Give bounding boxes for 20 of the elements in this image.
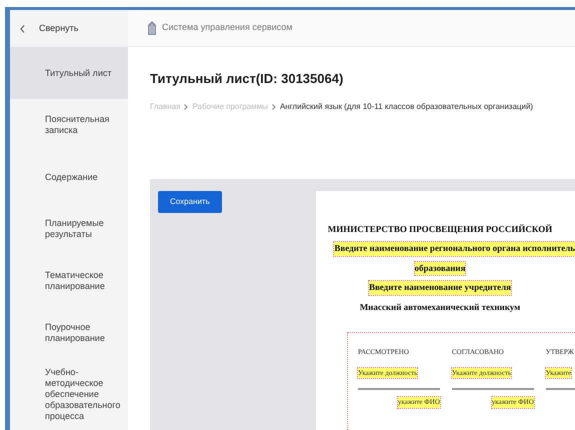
placeholder-text[interactable]: образования: [414, 262, 466, 275]
sidebar-item[interactable]: Учебно-методическое обеспечение образовательного процесса: [10, 359, 128, 430]
sidebar-item[interactable]: Поурочное планирование: [10, 307, 128, 359]
app-title: Система управления сервисом: [162, 21, 292, 34]
placeholder-text[interactable]: Введите наименование учредителя: [368, 281, 512, 294]
sidebar-item[interactable]: Планируемые результаты: [10, 203, 128, 255]
chevron-right-icon: [272, 104, 276, 110]
document-heading: Миасский автомеханический техникум: [360, 300, 520, 314]
sidebar-item[interactable]: Титульный лист: [10, 47, 128, 99]
document-heading: МИНИСТЕРСТВО ПРОСВЕЩЕНИЯ РОССИЙСКОЙ: [328, 222, 552, 236]
sidebar-item[interactable]: Содержание: [10, 151, 128, 203]
sidebar-item[interactable]: Тематическое планирование: [10, 255, 128, 307]
page-title: Титульный лист(ID: 30135064): [150, 70, 344, 88]
chevron-right-icon: [184, 104, 188, 110]
save-button[interactable]: Сохранить: [158, 190, 222, 212]
chevron-left-icon: [20, 24, 25, 32]
logo-icon: [148, 21, 156, 35]
sidebar-item[interactable]: Пояснительная записка: [10, 99, 128, 151]
collapse-button[interactable]: Свернуть: [10, 10, 128, 47]
placeholder-text[interactable]: Введите наименование регионального органа исполнитель: [334, 242, 575, 256]
